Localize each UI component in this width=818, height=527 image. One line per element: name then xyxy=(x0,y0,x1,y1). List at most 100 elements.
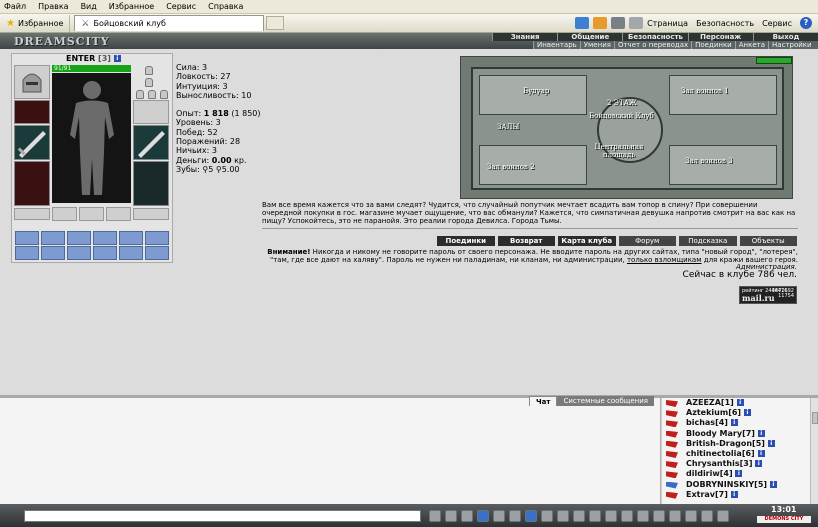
scroll-slot[interactable] xyxy=(145,231,169,245)
translit-icon[interactable] xyxy=(509,509,521,522)
player-row[interactable]: Bloody Mary[7] i xyxy=(662,429,818,439)
info-icon[interactable]: i xyxy=(755,460,763,468)
nav-security[interactable]: Безопасность xyxy=(622,33,687,41)
forum-button[interactable]: Форум xyxy=(618,236,676,246)
helmet-slot[interactable] xyxy=(14,65,50,99)
nav-communication[interactable]: Общение xyxy=(557,33,622,41)
chat-mode-icon[interactable] xyxy=(525,509,537,522)
subnav-inventory[interactable]: Инвентарь xyxy=(533,41,580,49)
player-name[interactable]: Aztekium xyxy=(686,408,728,417)
bag-icon[interactable] xyxy=(605,509,617,522)
scroll-slot[interactable] xyxy=(15,246,39,260)
player-row[interactable]: Aztekium[6] i xyxy=(662,408,818,418)
sound-icon[interactable] xyxy=(541,509,553,522)
news-icon[interactable] xyxy=(685,509,697,522)
return-button[interactable]: Возврат xyxy=(497,236,555,246)
scroll-slot[interactable] xyxy=(67,231,91,245)
feeds-icon[interactable] xyxy=(593,17,608,29)
bracers-slot[interactable] xyxy=(133,100,169,124)
ring-slot-2[interactable] xyxy=(79,207,104,221)
player-row[interactable]: AZEEZA[1] i xyxy=(662,398,818,408)
player-row[interactable]: chitinectolia[6] i xyxy=(662,449,818,459)
player-name[interactable]: bichas xyxy=(686,418,715,427)
scroll-slot[interactable] xyxy=(15,231,39,245)
info-icon[interactable]: i xyxy=(743,409,751,417)
subnav-profile[interactable]: Анкета xyxy=(734,41,768,49)
info-icon[interactable]: i xyxy=(736,399,744,406)
menu-favorites[interactable]: Избранное xyxy=(109,2,154,11)
mail-icon[interactable] xyxy=(611,17,626,29)
player-name[interactable]: Bloody Mary xyxy=(686,429,742,438)
tools-menu[interactable]: Сервис xyxy=(762,19,792,28)
mail-icon[interactable] xyxy=(621,509,633,522)
info-icon[interactable]: i xyxy=(757,429,765,437)
map-room-boudoir[interactable] xyxy=(479,75,587,115)
subnav-battles[interactable]: Поединки xyxy=(691,41,735,49)
player-row[interactable]: DOBRYNINSKIY[5] i xyxy=(662,480,818,490)
character-name[interactable]: ENTER [3] i xyxy=(66,54,121,63)
quest-icon[interactable] xyxy=(589,509,601,522)
scroll-slot[interactable] xyxy=(119,246,143,260)
nav-knowledge[interactable]: Знания xyxy=(492,33,557,41)
send-icon[interactable] xyxy=(429,509,441,522)
scroll-slot[interactable] xyxy=(67,246,91,260)
scroll-slot[interactable] xyxy=(41,231,65,245)
print-icon[interactable] xyxy=(629,17,644,29)
browser-tab[interactable]: ⚔ Бойцовский клуб xyxy=(74,15,265,31)
player-name[interactable]: Extrav xyxy=(686,490,715,499)
nav-character[interactable]: Персонаж xyxy=(687,33,753,41)
security-menu[interactable]: Безопасность xyxy=(696,19,754,28)
tab-system-messages[interactable]: Системные сообщения xyxy=(557,396,654,406)
home-icon[interactable] xyxy=(575,17,590,29)
nav-exit[interactable]: Выход xyxy=(752,33,818,41)
player-name[interactable]: British-Dragon xyxy=(686,439,752,448)
scroll-slot[interactable] xyxy=(145,246,169,260)
chat-input[interactable] xyxy=(24,509,421,522)
new-tab-button[interactable] xyxy=(266,16,285,30)
help-icon[interactable]: ? xyxy=(800,17,812,29)
scroll-thumb[interactable] xyxy=(812,412,818,424)
favorites-button[interactable]: ★ Избранное xyxy=(0,14,71,32)
settings-icon[interactable] xyxy=(493,509,505,522)
clan-icon[interactable] xyxy=(653,509,665,522)
menu-help[interactable]: Справка xyxy=(208,2,243,11)
clear-icon[interactable] xyxy=(445,509,457,522)
menu-file[interactable]: Файл xyxy=(4,2,26,11)
player-name[interactable]: chitinectolia xyxy=(686,449,742,458)
club-map-button[interactable]: Карта клуба xyxy=(558,236,616,246)
subnav-skills[interactable]: Умения xyxy=(579,41,614,49)
gloves-slot[interactable] xyxy=(14,100,50,124)
rating-counter[interactable]: рейтинг 2446476 mail.ru 3471692 11754 xyxy=(739,286,797,304)
info-icon[interactable]: i xyxy=(767,439,775,447)
player-row[interactable]: British-Dragon[5] i xyxy=(662,439,818,449)
ring-slot-3[interactable] xyxy=(106,207,131,221)
player-name[interactable]: DOBRYNINSKIY xyxy=(686,480,754,489)
filter-icon[interactable] xyxy=(477,509,489,522)
friends-icon[interactable] xyxy=(669,509,681,522)
player-name[interactable]: AZEEZA xyxy=(686,398,721,407)
subnav-transfers[interactable]: Отчет о переводах xyxy=(613,41,691,49)
menu-tools[interactable]: Сервис xyxy=(166,2,196,11)
info-icon[interactable]: i xyxy=(735,470,743,478)
player-row[interactable]: dildiriw[4] i xyxy=(662,469,818,479)
player-row[interactable]: Extrav[7] i xyxy=(662,490,818,500)
menu-edit[interactable]: Правка xyxy=(38,2,68,11)
page-menu[interactable]: Страница xyxy=(647,19,688,28)
weapon-left-slot[interactable] xyxy=(14,125,50,160)
chat-window[interactable]: Чат Системные сообщения xyxy=(0,396,661,504)
belt-slot[interactable] xyxy=(14,208,50,220)
scroll-slot[interactable] xyxy=(93,231,117,245)
scroll-slot[interactable] xyxy=(93,246,117,260)
info-icon[interactable]: i xyxy=(730,490,738,498)
shop-icon[interactable] xyxy=(701,509,713,522)
scroll-slot[interactable] xyxy=(119,231,143,245)
bank-icon[interactable] xyxy=(717,509,729,522)
scroll-slot[interactable] xyxy=(41,246,65,260)
ring-slot-1[interactable] xyxy=(52,207,77,221)
objects-button[interactable]: Объекты xyxy=(739,236,797,246)
hint-button[interactable]: Подсказка xyxy=(679,236,737,246)
player-name[interactable]: dildiriw xyxy=(686,469,720,478)
player-row[interactable]: Chrysanthis[3] i xyxy=(662,459,818,469)
weapon-right-slot[interactable] xyxy=(133,125,169,160)
info-icon[interactable]: i xyxy=(113,55,121,62)
